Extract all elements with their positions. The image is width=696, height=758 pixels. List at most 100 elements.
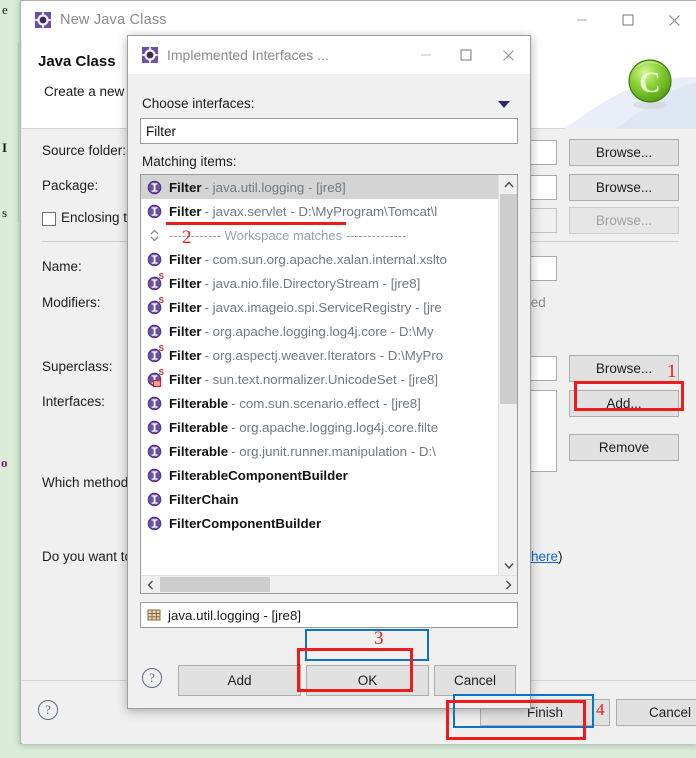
interface-icon: S (147, 295, 164, 315)
list-item[interactable]: FilterableComponentBuilder (141, 463, 498, 487)
list-item-name: FilterChain (169, 491, 239, 507)
dialog-close-button[interactable] (486, 36, 530, 74)
list-item-qualifier: - org.aspectj.weaver.Iterators - D:\MyPr… (204, 347, 444, 363)
list-item[interactable]: Filter - com.sun.org.apache.xalan.interna… (141, 247, 498, 271)
list-item[interactable]: S Filter - java.nio.file.DirectoryStream -… (141, 271, 498, 295)
list-horizontal-scrollbar[interactable] (141, 575, 517, 593)
package-browse-button[interactable]: Browse... (569, 174, 679, 201)
list-item-name: FilterComponentBuilder (169, 515, 322, 531)
scroll-down-icon[interactable] (499, 556, 517, 575)
dialog-titlebar-buttons (406, 36, 530, 74)
list-item[interactable]: Filterable - com.sun.scenario.effect - [j… (141, 391, 498, 415)
list-item[interactable]: Filterable - org.apache.logging.log4j.cor… (141, 415, 498, 439)
enclosing-type-checkbox[interactable] (42, 212, 56, 226)
editor-glyph-i: I (2, 140, 8, 155)
superclass-browse-button[interactable]: Browse... (569, 355, 679, 382)
dialog-minimize-button[interactable] (406, 36, 446, 74)
dialog-add-button[interactable]: Add (178, 665, 301, 696)
chevron-down-icon[interactable] (498, 101, 510, 108)
wizard-cancel-button[interactable]: Cancel (616, 699, 696, 726)
do-you-want-label: Do you want to (42, 549, 133, 564)
matching-items-rows: Filter - java.util.logging - [jre8] Filter… (141, 175, 498, 575)
dialog-body: Choose interfaces: Filter Matching items… (128, 74, 530, 708)
list-item-name: Filter (169, 371, 202, 387)
interface-restricted-icon: S (147, 367, 164, 387)
editor-glyph-o: o (1, 455, 8, 470)
interface-icon (147, 444, 162, 459)
scroll-left-icon[interactable] (141, 576, 159, 593)
dialog-ok-button[interactable]: OK (306, 665, 429, 696)
workspace-matches-separator: ------------ Workspace matches ---------… (169, 227, 407, 243)
list-item-qualifier: - org.apache.logging.log4j.core - D:\My (204, 323, 434, 339)
green-c-logo-icon: C (622, 55, 678, 111)
package-icon (147, 608, 161, 622)
static-marker: S (158, 367, 164, 377)
list-item[interactable]: S Filter - javax.imageio.spi.ServiceRegist… (141, 295, 498, 319)
wizard-help-icon[interactable]: ? (38, 700, 58, 720)
list-scroll-thumb[interactable] (500, 194, 517, 404)
enclosing-type-browse-button: Browse... (569, 207, 679, 234)
here-link[interactable]: here (531, 549, 558, 564)
static-marker: S (158, 271, 164, 281)
wizard-close-button[interactable] (651, 1, 696, 39)
list-item-qualifier: - java.nio.file.DirectoryStream - [jre8] (204, 275, 421, 291)
wizard-title-text: New Java Class (60, 12, 167, 28)
list-hscroll-thumb[interactable] (160, 577, 270, 592)
list-item[interactable]: Filter - java.util.logging - [jre8] (141, 175, 498, 199)
list-item-name: Filter (169, 251, 202, 267)
wizard-titlebar-buttons (559, 1, 696, 39)
source-folder-label: Source folder: (42, 143, 127, 158)
list-item[interactable]: ------------ Workspace matches ---------… (141, 223, 498, 247)
list-item[interactable]: FilterChain (141, 487, 498, 511)
expander-icon[interactable] (147, 228, 162, 243)
list-item-qualifier: - org.junit.runner.manipulation - D:\ (231, 443, 436, 459)
interface-icon (147, 180, 162, 195)
filter-input[interactable]: Filter (140, 118, 518, 144)
interface-icon (147, 516, 162, 531)
source-folder-browse-button[interactable]: Browse... (569, 139, 679, 166)
eclipse-gear-icon (142, 47, 158, 63)
interface-icon (147, 492, 162, 507)
list-item-name: Filter (169, 323, 202, 339)
interface-icon (147, 324, 162, 339)
wizard-titlebar: New Java Class (21, 1, 696, 39)
static-marker: S (158, 295, 164, 305)
scroll-right-icon[interactable] (499, 576, 517, 593)
dialog-cancel-button[interactable]: Cancel (434, 665, 516, 696)
scroll-up-icon[interactable] (499, 175, 517, 194)
interfaces-label: Interfaces: (42, 394, 106, 409)
page-subtitle: Create a new J (44, 84, 135, 99)
package-label: Package: (42, 178, 99, 193)
name-label: Name: (42, 259, 82, 274)
list-item[interactable]: Filterable - org.junit.runner.manipulatio… (141, 439, 498, 463)
interface-icon: S (147, 344, 164, 363)
wizard-minimize-button[interactable] (559, 1, 605, 39)
list-item-qualifier: - java.util.logging - [jre8] (204, 179, 346, 195)
enclosing-type-label: Enclosing ty (61, 210, 134, 225)
list-vertical-scrollbar[interactable] (498, 175, 517, 575)
dialog-help-icon[interactable]: ? (142, 668, 162, 688)
filter-input-value: Filter (146, 123, 176, 139)
list-item-name: Filter (169, 179, 202, 195)
interfaces-remove-button[interactable]: Remove (569, 434, 679, 461)
matching-items-label: Matching items: (142, 154, 237, 169)
list-item[interactable]: FilterComponentBuilder (141, 511, 498, 535)
list-item[interactable]: S Filter - sun.text.normalizer.UnicodeSet … (141, 367, 498, 391)
interfaces-add-button[interactable]: Add... (569, 390, 679, 417)
list-item[interactable]: S Filter - org.aspectj.weaver.Iterators - … (141, 343, 498, 367)
interface-icon (147, 252, 162, 267)
list-item-name: Filterable (169, 419, 229, 435)
list-item[interactable]: Filter - javax.servlet - D:\MyProgram\Tom… (141, 199, 498, 223)
dialog-title-text: Implemented Interfaces ... (167, 47, 329, 63)
matching-items-list[interactable]: Filter - java.util.logging - [jre8] Filter… (140, 174, 518, 594)
qualifier-box: java.util.logging - [jre8] (140, 602, 518, 628)
editor-divider (18, 43, 19, 223)
svg-text:C: C (639, 66, 661, 99)
list-item[interactable]: Filter - org.apache.logging.log4j.core - … (141, 319, 498, 343)
list-item-qualifier: - sun.text.normalizer.UnicodeSet - [jre8… (204, 371, 439, 387)
list-item-name: Filterable (169, 443, 229, 459)
which-methods-label: Which method (42, 475, 129, 490)
dialog-maximize-button[interactable] (446, 36, 486, 74)
editor-glyph-e: e (2, 2, 8, 17)
wizard-maximize-button[interactable] (605, 1, 651, 39)
